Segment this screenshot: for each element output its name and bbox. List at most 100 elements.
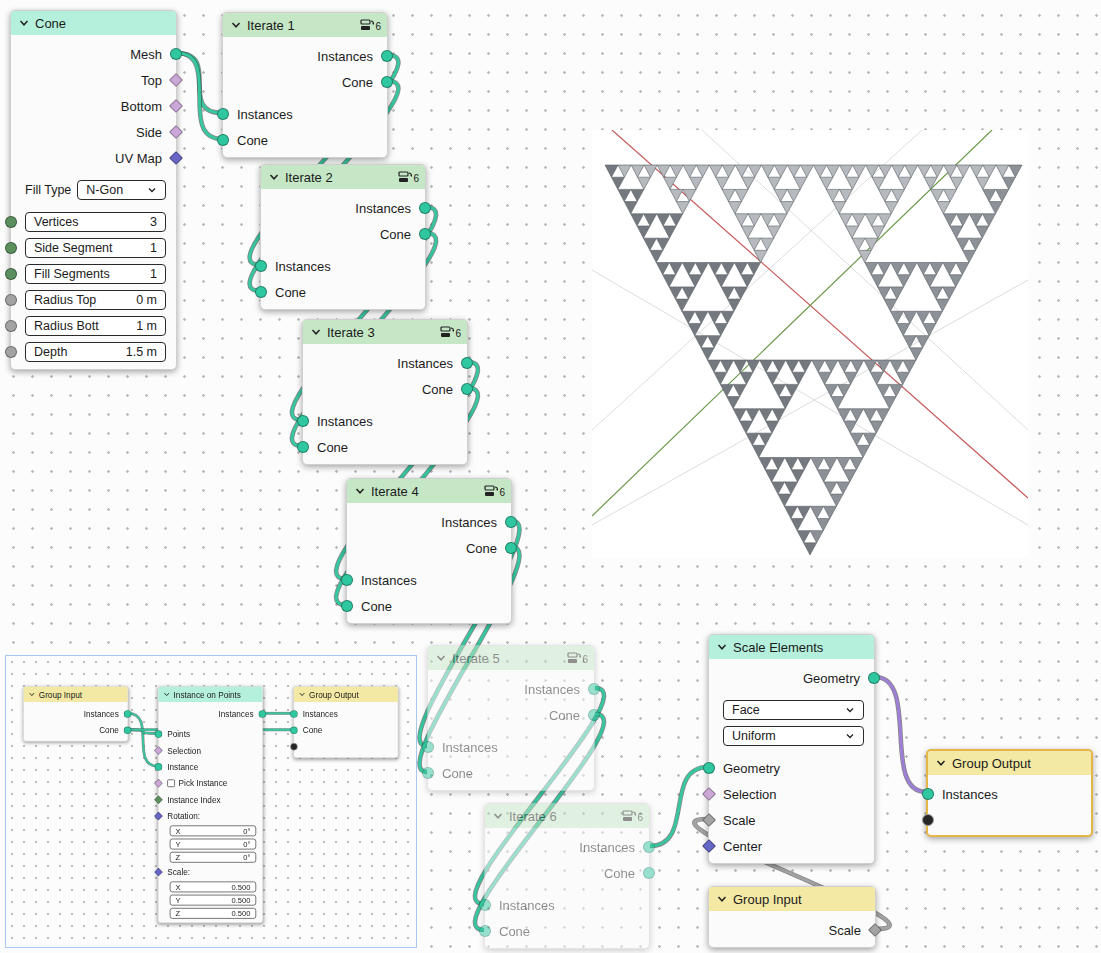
socket[interactable] bbox=[5, 242, 17, 254]
node-group-icon[interactable] bbox=[440, 326, 454, 339]
socket[interactable] bbox=[154, 868, 163, 877]
vector-component-field[interactable]: Y0° bbox=[170, 839, 256, 850]
socket[interactable] bbox=[643, 867, 655, 879]
socket[interactable] bbox=[479, 925, 491, 937]
user-count-badge[interactable]: 6 bbox=[398, 171, 419, 184]
socket[interactable] bbox=[5, 294, 17, 306]
node[interactable]: Iterate 66InstancesConeInstancesCone bbox=[484, 803, 650, 949]
empty-socket[interactable] bbox=[922, 814, 934, 826]
socket[interactable] bbox=[5, 320, 17, 332]
socket[interactable] bbox=[461, 383, 473, 395]
socket[interactable] bbox=[702, 813, 716, 827]
socket[interactable] bbox=[341, 600, 353, 612]
node-header[interactable]: Iterate 56 bbox=[428, 646, 594, 670]
node[interactable]: Group InputScale bbox=[708, 886, 876, 948]
socket[interactable] bbox=[461, 357, 473, 369]
collapse-chevron-icon[interactable] bbox=[269, 172, 279, 182]
node-header[interactable]: Group Output bbox=[928, 751, 1091, 775]
socket[interactable] bbox=[169, 151, 183, 165]
vector-component-field[interactable]: Z0.500 bbox=[170, 908, 256, 919]
socket[interactable] bbox=[217, 134, 229, 146]
vector-component-field[interactable]: X0.500 bbox=[170, 882, 256, 893]
user-count-badge[interactable]: 6 bbox=[567, 652, 588, 665]
node[interactable]: Scale ElementsGeometryFaceUniformGeometr… bbox=[708, 634, 875, 864]
node-group-icon[interactable] bbox=[398, 171, 412, 184]
number-field[interactable]: Radius Top0 m bbox=[25, 290, 166, 310]
socket[interactable] bbox=[505, 542, 517, 554]
node-header[interactable]: Iterate 66 bbox=[485, 804, 649, 828]
node-group-icon[interactable] bbox=[484, 485, 498, 498]
node-header[interactable]: Iterate 36 bbox=[303, 320, 467, 344]
collapse-chevron-icon[interactable] bbox=[355, 486, 365, 496]
socket[interactable] bbox=[155, 730, 163, 738]
socket[interactable] bbox=[422, 767, 434, 779]
user-count-badge[interactable]: 6 bbox=[440, 326, 461, 339]
inset-node-group-view[interactable]: Group InputInstancesCone Instance on Poin… bbox=[5, 655, 417, 948]
socket[interactable] bbox=[217, 108, 229, 120]
node[interactable]: Instance on PointsInstancesPointsSelecti… bbox=[158, 686, 263, 923]
node[interactable]: Iterate 36InstancesConeInstancesCone bbox=[302, 319, 468, 465]
node[interactable]: Group InputInstancesCone bbox=[23, 686, 128, 741]
socket[interactable] bbox=[703, 762, 715, 774]
node-header[interactable]: Group Input bbox=[24, 687, 128, 702]
socket[interactable] bbox=[169, 99, 183, 113]
number-field[interactable]: Vertices3 bbox=[25, 212, 166, 232]
socket[interactable] bbox=[922, 788, 934, 800]
socket[interactable] bbox=[341, 574, 353, 586]
socket[interactable] bbox=[868, 672, 880, 684]
checkbox[interactable] bbox=[167, 779, 175, 787]
collapse-chevron-icon[interactable] bbox=[436, 653, 446, 663]
socket[interactable] bbox=[588, 683, 600, 695]
socket[interactable] bbox=[381, 76, 393, 88]
collapse-chevron-icon[interactable] bbox=[493, 811, 503, 821]
vector-component-field[interactable]: Z0° bbox=[170, 852, 256, 863]
socket[interactable] bbox=[259, 710, 267, 718]
socket[interactable] bbox=[643, 841, 655, 853]
collapse-chevron-icon[interactable] bbox=[311, 327, 321, 337]
socket[interactable] bbox=[297, 415, 309, 427]
socket[interactable] bbox=[154, 779, 163, 788]
number-field[interactable]: Depth1.5 m bbox=[25, 342, 166, 362]
socket[interactable] bbox=[588, 709, 600, 721]
node-group-icon[interactable] bbox=[622, 810, 636, 823]
collapse-chevron-icon[interactable] bbox=[299, 691, 305, 697]
socket[interactable] bbox=[297, 441, 309, 453]
node-header[interactable]: Scale Elements bbox=[709, 635, 874, 659]
socket[interactable] bbox=[255, 286, 267, 298]
viewport-render[interactable] bbox=[592, 130, 1028, 558]
socket[interactable] bbox=[5, 346, 17, 358]
vector-component-field[interactable]: Y0.500 bbox=[170, 895, 256, 906]
node-header[interactable]: Instance on Points bbox=[158, 687, 262, 702]
socket[interactable] bbox=[169, 125, 183, 139]
socket[interactable] bbox=[702, 787, 716, 801]
socket[interactable] bbox=[381, 50, 393, 62]
socket[interactable] bbox=[5, 216, 17, 228]
node-header[interactable]: Cone bbox=[11, 11, 176, 35]
socket[interactable] bbox=[505, 516, 517, 528]
node[interactable]: Group OutputInstancesCone bbox=[293, 686, 398, 758]
user-count-badge[interactable]: 6 bbox=[484, 485, 505, 498]
socket[interactable] bbox=[255, 260, 267, 272]
dropdown[interactable]: Uniform bbox=[723, 726, 864, 746]
node-header[interactable]: Iterate 46 bbox=[347, 479, 511, 503]
collapse-chevron-icon[interactable] bbox=[29, 691, 35, 697]
user-count-badge[interactable]: 6 bbox=[360, 19, 381, 32]
collapse-chevron-icon[interactable] bbox=[717, 894, 727, 904]
socket[interactable] bbox=[702, 839, 716, 853]
socket[interactable] bbox=[155, 763, 163, 771]
collapse-chevron-icon[interactable] bbox=[19, 18, 29, 28]
number-field[interactable]: Radius Bott1 m bbox=[25, 316, 166, 336]
node-editor-canvas[interactable]: ConeMeshTopBottomSideUV MapFill TypeN-Go… bbox=[0, 0, 1101, 953]
dropdown[interactable]: N-Gon bbox=[77, 180, 166, 200]
collapse-chevron-icon[interactable] bbox=[164, 691, 170, 697]
socket[interactable] bbox=[154, 795, 163, 804]
number-field[interactable]: Side Segment1 bbox=[25, 238, 166, 258]
node[interactable]: Iterate 16InstancesConeInstancesCone bbox=[222, 12, 388, 158]
socket[interactable] bbox=[419, 202, 431, 214]
user-count-badge[interactable]: 6 bbox=[622, 810, 643, 823]
vector-component-field[interactable]: X0° bbox=[170, 825, 256, 836]
dropdown[interactable]: Face bbox=[723, 700, 864, 720]
socket[interactable] bbox=[154, 746, 163, 755]
socket[interactable] bbox=[5, 268, 17, 280]
node[interactable]: Iterate 56InstancesConeInstancesCone bbox=[427, 645, 595, 791]
